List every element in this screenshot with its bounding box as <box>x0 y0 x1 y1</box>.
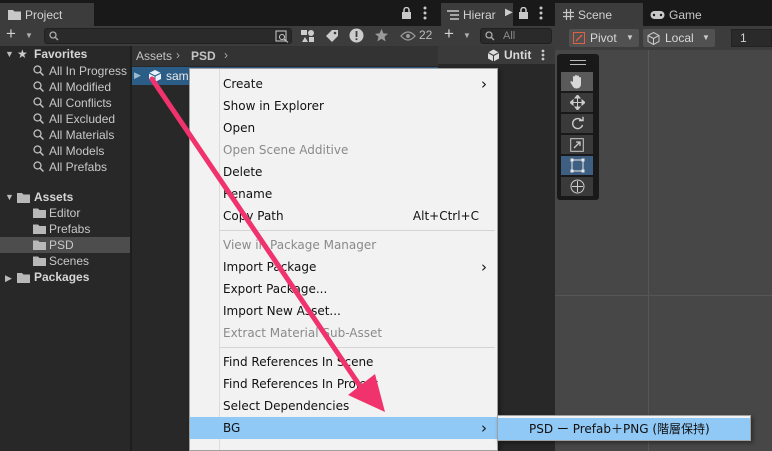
arrow-shaft <box>149 76 367 395</box>
annotation-arrow <box>149 76 385 412</box>
